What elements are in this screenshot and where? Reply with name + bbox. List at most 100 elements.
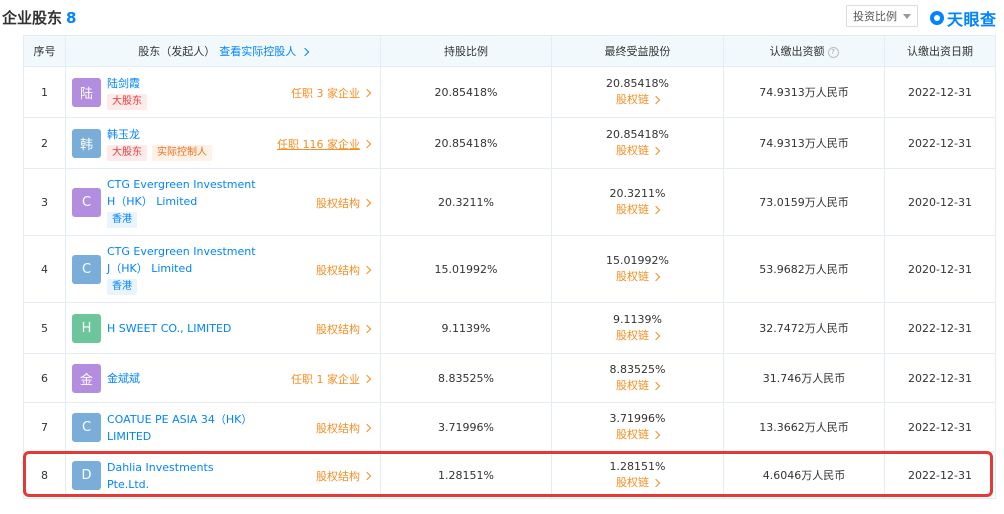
equity-chain-text: 股权链 — [616, 476, 649, 489]
help-icon[interactable]: ? — [827, 46, 839, 58]
table-row: 6 金 金斌斌 任职 1 家企业 8.83525% 8.83525% 股权链 3… — [23, 353, 996, 403]
final-cell: 9.1139% 股权链 — [551, 302, 724, 354]
date-cell: 2020-12-31 — [884, 168, 996, 236]
date-cell: 2020-12-31 — [884, 235, 996, 303]
holder-detail-text: 任职 1 家企业 — [291, 373, 360, 386]
holder-detail-link[interactable]: 股权结构 — [316, 262, 372, 278]
holder-detail-link[interactable]: 任职 116 家企业 — [277, 136, 372, 152]
chevron-right-icon — [362, 471, 372, 481]
col-date-header: 认缴出资日期 — [884, 35, 996, 67]
final-cell: 20.3211% 股权链 — [551, 168, 724, 236]
view-actual-controller-link[interactable]: 查看实际控股人 — [219, 43, 309, 59]
caret-down-icon — [903, 13, 911, 19]
final-benefit-value: 1.28151% — [609, 460, 666, 473]
table-row: 8 D Dahlia Investments Pte.Ltd. 股权结构 1.2… — [23, 451, 996, 499]
holder-detail-link[interactable]: 任职 1 家企业 — [291, 371, 372, 387]
final-benefit-value: 20.3211% — [609, 187, 666, 200]
equity-chain-link[interactable]: 股权链 — [616, 202, 661, 218]
holder-name-link[interactable]: 韩玉龙 — [107, 126, 257, 143]
date-cell: 2022-12-31 — [884, 66, 996, 118]
equity-chain-link[interactable]: 股权链 — [616, 378, 661, 394]
holder-tags: 大股东 实际控制人 — [107, 145, 212, 161]
holder-detail-text: 股权结构 — [316, 197, 360, 210]
holder-cell: C CTG Evergreen Investment H（HK） Limited… — [65, 168, 381, 236]
final-benefit-value: 20.85418% — [606, 77, 669, 90]
col-ratio-header: 持股比例 — [380, 35, 552, 67]
ratio-cell: 20.85418% — [380, 66, 552, 118]
ratio-cell: 20.85418% — [380, 117, 552, 169]
holder-tag: 香港 — [107, 212, 137, 228]
row-index: 7 — [23, 402, 66, 452]
final-benefit-value: 15.01992% — [606, 254, 669, 267]
holder-name-link[interactable]: 陆剑霞 — [107, 75, 257, 92]
holder-name-link[interactable]: CTG Evergreen Investment J（HK） Limited — [107, 243, 257, 277]
capital-cell: 53.9682万人民币 — [723, 235, 885, 303]
capital-cell: 74.9313万人民币 — [723, 66, 885, 118]
final-cell: 20.85418% 股权链 — [551, 66, 724, 118]
holder-avatar: C — [72, 255, 101, 284]
equity-chain-link[interactable]: 股权链 — [616, 269, 661, 285]
date-cell: 2022-12-31 — [884, 451, 996, 499]
holder-avatar: 金 — [72, 364, 101, 393]
equity-chain-text: 股权链 — [616, 203, 649, 216]
holder-name-link[interactable]: COATUE PE ASIA 34（HK） LIMITED — [107, 411, 257, 445]
table-row: 4 C CTG Evergreen Investment J（HK） Limit… — [23, 235, 996, 303]
holder-detail-text: 股权结构 — [316, 422, 360, 435]
chevron-right-icon — [651, 95, 661, 105]
holder-cell: C COATUE PE ASIA 34（HK） LIMITED 股权结构 — [65, 402, 381, 452]
logo-text: 天眼查 — [947, 10, 997, 29]
col-capital-label: 认缴出资额 — [769, 45, 825, 58]
shareholder-table: 序号 股东（发起人） 查看实际控股人 持股比例 最终受益股份 认缴出资额? 认缴… — [23, 35, 996, 499]
equity-chain-link[interactable]: 股权链 — [616, 143, 661, 159]
chevron-right-icon — [651, 478, 661, 488]
holder-detail-link[interactable]: 股权结构 — [316, 420, 372, 436]
section-title-text: 企业股东 — [2, 9, 63, 27]
date-cell: 2022-12-31 — [884, 117, 996, 169]
holder-name-link[interactable]: CTG Evergreen Investment H（HK） Limited — [107, 176, 257, 210]
holder-cell: 韩 韩玉龙 大股东 实际控制人 任职 116 家企业 — [65, 117, 381, 169]
row-index: 3 — [23, 168, 66, 236]
equity-chain-link[interactable]: 股权链 — [616, 475, 661, 491]
chevron-right-icon — [362, 324, 372, 334]
investment-ratio-dropdown[interactable]: 投资比例 — [846, 5, 918, 27]
section-title: 企业股东 8 — [2, 7, 76, 28]
chevron-right-icon — [300, 47, 309, 57]
equity-chain-text: 股权链 — [616, 329, 649, 342]
final-benefit-value: 3.71996% — [609, 412, 666, 425]
logo-mark-icon — [930, 11, 944, 25]
chevron-right-icon — [362, 198, 372, 208]
final-cell: 1.28151% 股权链 — [551, 451, 724, 499]
holder-avatar: C — [72, 188, 101, 217]
holder-tags: 香港 — [107, 212, 137, 228]
section-header: 企业股东 8 投资比例 天眼查 — [0, 0, 1004, 34]
ratio-cell: 9.1139% — [380, 302, 552, 354]
chevron-right-icon — [651, 205, 661, 215]
holder-avatar: 韩 — [72, 129, 101, 158]
holder-name-link[interactable]: Dahlia Investments Pte.Ltd. — [107, 459, 257, 493]
final-cell: 8.83525% 股权链 — [551, 353, 724, 403]
equity-chain-text: 股权链 — [616, 144, 649, 157]
holder-detail-text: 股权结构 — [316, 323, 360, 336]
equity-chain-text: 股权链 — [616, 428, 649, 441]
holder-detail-link[interactable]: 股权结构 — [316, 468, 372, 484]
equity-chain-text: 股权链 — [616, 270, 649, 283]
final-benefit-value: 9.1139% — [613, 313, 662, 326]
holder-detail-text: 股权结构 — [316, 264, 360, 277]
holder-avatar: H — [72, 314, 101, 343]
capital-cell: 31.746万人民币 — [723, 353, 885, 403]
ratio-cell: 8.83525% — [380, 353, 552, 403]
holder-detail-link[interactable]: 股权结构 — [316, 195, 372, 211]
equity-chain-text: 股权链 — [616, 379, 649, 392]
row-index: 4 — [23, 235, 66, 303]
holder-name-link[interactable]: H SWEET CO., LIMITED — [107, 320, 257, 337]
capital-cell: 13.3662万人民币 — [723, 402, 885, 452]
equity-chain-link[interactable]: 股权链 — [616, 427, 661, 443]
holder-detail-link[interactable]: 股权结构 — [316, 321, 372, 337]
equity-chain-link[interactable]: 股权链 — [616, 328, 661, 344]
holder-detail-link[interactable]: 任职 3 家企业 — [291, 85, 372, 101]
chevron-right-icon — [362, 423, 372, 433]
equity-chain-link[interactable]: 股权链 — [616, 92, 661, 108]
holder-name-link[interactable]: 金斌斌 — [107, 370, 257, 387]
final-cell: 3.71996% 股权链 — [551, 402, 724, 452]
final-benefit-value: 20.85418% — [606, 128, 669, 141]
